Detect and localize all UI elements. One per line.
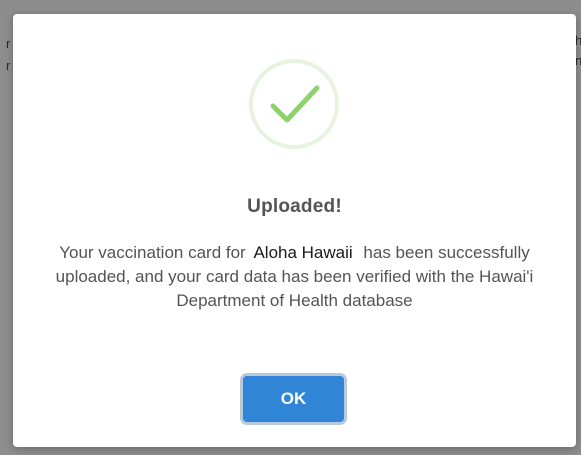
app-name: Aloha Hawaii: [253, 243, 353, 262]
background-text-fragment: r: [6, 58, 11, 73]
ok-button[interactable]: OK: [243, 376, 344, 422]
dialog-message: Your vaccination card for Aloha Hawaii h…: [53, 241, 536, 313]
upload-success-dialog: Uploaded! Your vaccination card for Aloh…: [13, 14, 576, 447]
checkmark-circle-icon: [248, 58, 340, 150]
message-text-before: Your vaccination card for: [59, 243, 246, 262]
background-text-fragment: r: [6, 36, 11, 51]
dialog-title: Uploaded!: [247, 196, 342, 217]
